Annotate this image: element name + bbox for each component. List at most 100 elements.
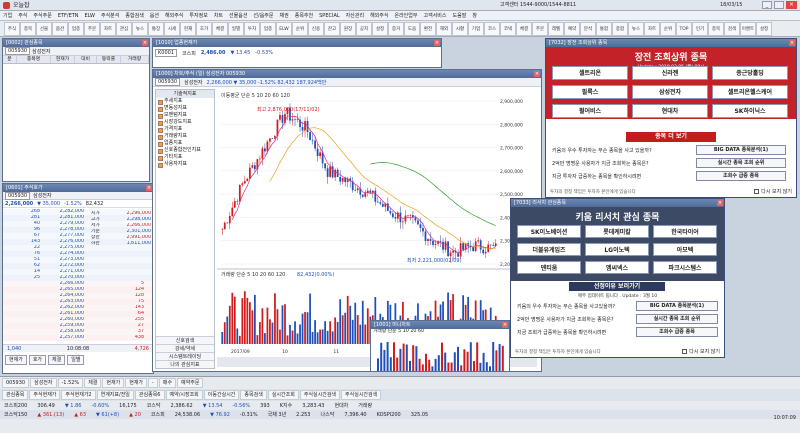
- checkbox-icon[interactable]: [754, 189, 760, 194]
- column-header[interactable]: 현재가: [51, 56, 75, 63]
- toolbar-button[interactable]: 뉴스: [628, 22, 644, 36]
- indicator-item[interactable]: 모멘텀지표: [156, 112, 214, 119]
- toolbar-button[interactable]: 투자: [244, 22, 260, 36]
- toolbar-button[interactable]: 현재: [180, 22, 196, 36]
- question-button[interactable]: 실시간 종목 조회 순위: [696, 158, 786, 168]
- toolbar-button[interactable]: 순위: [292, 22, 308, 36]
- menu-item[interactable]: 해외주식: [165, 12, 183, 19]
- indicator-item[interactable]: 신호종합전인지표: [156, 147, 214, 154]
- close-button[interactable]: ×: [786, 1, 797, 9]
- menu-item[interactable]: 고객서비스: [423, 12, 446, 19]
- orderbook-tab[interactable]: 체결: [48, 355, 66, 365]
- close-icon[interactable]: ×: [534, 71, 540, 77]
- watchlist-code-input[interactable]: 005930: [5, 47, 31, 55]
- toolbar-button[interactable]: TOP: [676, 22, 692, 36]
- question-button[interactable]: 조회수 급증 종목: [696, 171, 786, 181]
- menu-item[interactable]: 차트: [214, 12, 223, 19]
- column-header[interactable]: 거래량: [121, 56, 149, 63]
- toolbar-button[interactable]: 체결: [212, 22, 228, 36]
- stock-button[interactable]: 파크시스템스: [653, 261, 717, 274]
- close-icon[interactable]: ×: [502, 322, 508, 328]
- menu-item[interactable]: 옵션: [150, 12, 159, 19]
- indicator-item[interactable]: 가격지표: [156, 126, 214, 133]
- indicator-item[interactable]: 시장강도지표: [156, 119, 214, 126]
- indicator-item[interactable]: 기타지표: [156, 154, 214, 161]
- bottom-code-item[interactable]: 005930: [2, 378, 30, 388]
- window-tab[interactable]: 이동간실시간: [203, 390, 240, 400]
- toolbar-button[interactable]: 인기: [692, 22, 708, 36]
- orderbook-tab[interactable]: 호가: [28, 355, 47, 365]
- indicator-footer-item[interactable]: 나의 관심지표: [156, 360, 214, 368]
- bid-row[interactable]: 2,257,000 438: [3, 335, 153, 341]
- indicator-item[interactable]: 사용자지표: [156, 161, 214, 168]
- toolbar-button[interactable]: 뉴스: [132, 22, 148, 36]
- stock-button[interactable]: 펄어비스: [552, 104, 628, 118]
- toolbar-button[interactable]: 차트: [644, 22, 660, 36]
- orderbook-tab[interactable]: 일별: [67, 355, 85, 365]
- menu-item[interactable]: SPECIAL: [319, 13, 340, 19]
- column-header[interactable]: 종목명: [17, 56, 51, 63]
- chart-code-input[interactable]: 005930: [155, 78, 181, 86]
- stock-button[interactable]: 신라젠: [632, 66, 708, 80]
- toolbar-button[interactable]: 주문: [84, 22, 100, 36]
- window-tab[interactable]: 연계지표/전일: [96, 390, 134, 400]
- toolbar-button[interactable]: 설정: [372, 22, 388, 36]
- stock-button[interactable]: 셀트리온헬스케어: [712, 85, 788, 99]
- menu-item[interactable]: 투자정보: [189, 12, 207, 19]
- stock-button[interactable]: SK하이닉스: [712, 104, 788, 118]
- checkbox-icon[interactable]: [682, 349, 688, 354]
- toolbar-button[interactable]: ELW: [276, 22, 292, 36]
- toolbar-button[interactable]: 신용: [308, 22, 324, 36]
- toolbar-button[interactable]: 해외: [436, 22, 452, 36]
- close-icon[interactable]: ×: [717, 200, 723, 206]
- stock-button[interactable]: SK이노베이션: [517, 225, 581, 238]
- toolbar-button[interactable]: 일별: [228, 22, 244, 36]
- toolbar-button[interactable]: 주식: [4, 22, 20, 36]
- stock-button[interactable]: 덴티움: [517, 261, 581, 274]
- window-tab[interactable]: 예약/시장조회: [165, 390, 203, 400]
- indicator-footer-item[interactable]: 시스템트레이딩: [156, 352, 214, 360]
- toolbar-button[interactable]: 종합: [612, 22, 628, 36]
- toolbar-button[interactable]: 잔고: [324, 22, 340, 36]
- indicator-item[interactable]: 거래량지표: [156, 133, 214, 140]
- bottom-code-item[interactable]: 현재가: [102, 378, 125, 388]
- toolbar-button[interactable]: 원장: [340, 22, 356, 36]
- close-icon[interactable]: ×: [789, 40, 795, 46]
- question-button[interactable]: 실시간 종목 조회 순위: [636, 314, 718, 324]
- toolbar-button[interactable]: 순위: [660, 22, 676, 36]
- close-icon[interactable]: ×: [434, 40, 440, 46]
- menu-item[interactable]: 창: [472, 12, 477, 19]
- indicator-item[interactable]: 변동성지표: [156, 105, 214, 112]
- column-header[interactable]: 등락률: [97, 56, 121, 63]
- bottom-code-item[interactable]: 현재가: [125, 378, 148, 388]
- question-button[interactable]: BIG DATA 종목분석(1): [696, 145, 786, 155]
- window-tab[interactable]: 주식현재가: [29, 390, 61, 400]
- stock-button[interactable]: 삼성전자: [632, 85, 708, 99]
- toolbar-button[interactable]: 증거: [388, 22, 404, 36]
- bottom-code-item[interactable]: -1.52%: [57, 378, 84, 388]
- toolbar-button[interactable]: 이벤트: [740, 22, 756, 36]
- indicator-item[interactable]: 추세지표: [156, 98, 214, 105]
- column-header[interactable]: 분: [3, 56, 17, 63]
- menu-item[interactable]: 기업: [3, 12, 12, 19]
- menu-item[interactable]: 자산관리: [346, 12, 364, 19]
- orderbook-code-input[interactable]: 005930: [5, 191, 31, 200]
- toolbar-button[interactable]: 호가: [196, 22, 212, 36]
- stock-button[interactable]: 한국타이어: [653, 225, 717, 238]
- toolbar-button[interactable]: 분석: [580, 22, 596, 36]
- toolbar-button[interactable]: 종목: [20, 22, 36, 36]
- research-more-button[interactable]: 선정이유 보러가기: [569, 282, 665, 291]
- toolbar-button[interactable]: 통합: [596, 22, 612, 36]
- toolbar-button[interactable]: 통장: [148, 22, 164, 36]
- bottom-code-item[interactable]: -: [148, 378, 158, 388]
- stock-button[interactable]: 더블유게임즈: [517, 243, 581, 256]
- stock-button[interactable]: 엠씨넥스: [585, 261, 649, 274]
- menu-item[interactable]: 주식분석: [101, 12, 119, 19]
- bottom-code-item[interactable]: 매수: [158, 378, 177, 388]
- top-more-button[interactable]: 종목 더 보기: [626, 132, 716, 142]
- toolbar-button[interactable]: 설정: [756, 22, 772, 36]
- toolbar-button[interactable]: 옵션: [52, 22, 68, 36]
- minimize-button[interactable]: _: [762, 1, 772, 9]
- toolbar-button[interactable]: 관심: [116, 22, 132, 36]
- menu-item[interactable]: 선/옵주문: [253, 12, 273, 19]
